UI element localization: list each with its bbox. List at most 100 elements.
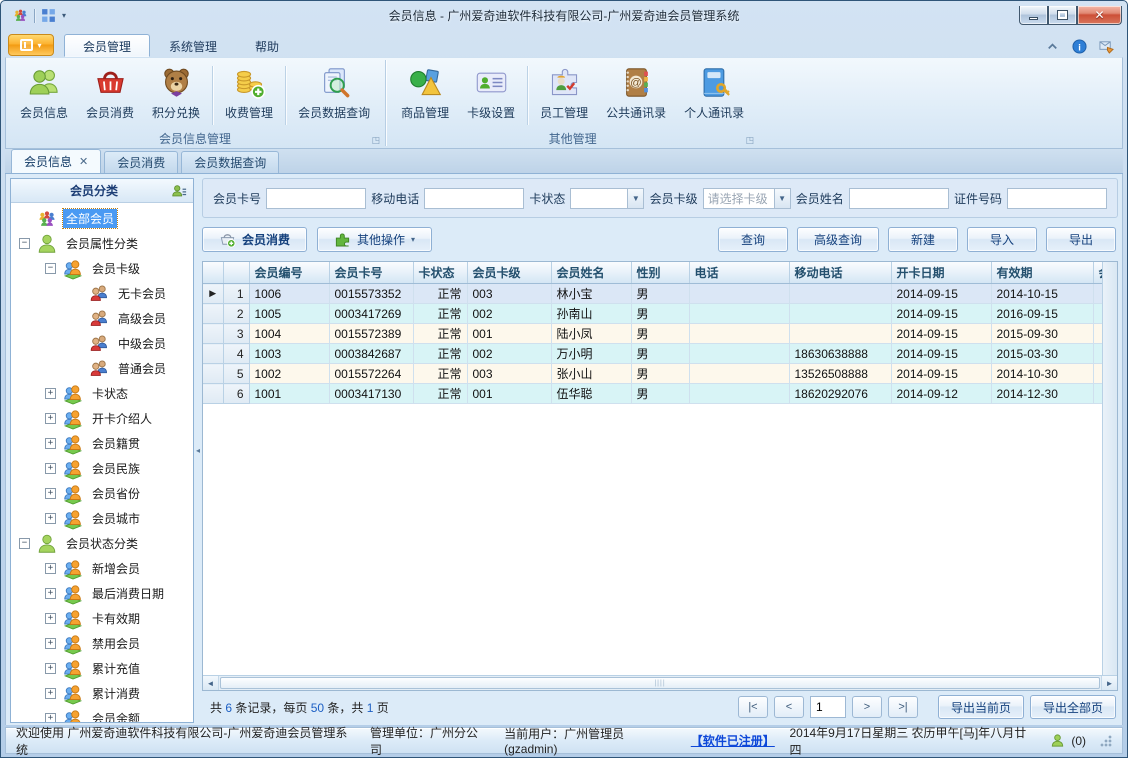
card-level-select[interactable]: 请选择卡级 ▼ [702, 187, 791, 209]
column-header[interactable]: 移动电话 [789, 262, 892, 284]
cell[interactable]: 0015572389 [329, 323, 414, 344]
cell[interactable]: 正常 [413, 323, 468, 344]
tree-expander-icon[interactable]: + [45, 663, 56, 674]
dropdown-arrow-icon[interactable]: ▼ [773, 188, 790, 208]
tree-item[interactable]: − 会员属性分类 [11, 231, 193, 256]
member-card-no-input[interactable] [266, 187, 367, 209]
maximize-button[interactable] [1048, 6, 1077, 25]
resize-grip[interactable] [1100, 734, 1112, 747]
document-tab[interactable]: 会员信息 ✕ [11, 149, 102, 173]
cell[interactable]: 001 [467, 323, 552, 344]
cell[interactable] [689, 283, 790, 304]
tree-item[interactable]: + 开卡介绍人 [11, 406, 193, 431]
document-tab[interactable]: 会员消费 [104, 151, 179, 173]
cell[interactable]: 正常 [413, 283, 468, 304]
cell[interactable] [689, 323, 790, 344]
cell[interactable]: 2014-12-30 [991, 383, 1094, 404]
ribbon-button[interactable]: 员工管理 [531, 62, 597, 129]
cell[interactable]: 2014-10-30 [991, 363, 1094, 384]
cell[interactable]: 男 [631, 363, 690, 384]
tree-item[interactable]: + 卡状态 [11, 381, 193, 406]
tree-expander-icon[interactable]: + [45, 513, 56, 524]
export-all-pages-button[interactable]: 导出全部页 [1029, 695, 1116, 719]
page-number-input[interactable] [809, 696, 846, 718]
table-row[interactable]: 6 1001 0003417130 正常 001 伍华聪男 18620292076 2014-… [203, 383, 1102, 404]
export-current-page-button[interactable]: 导出当前页 [937, 695, 1024, 719]
mobile-phone-input[interactable] [424, 187, 525, 209]
cell[interactable]: 正常 [413, 343, 468, 364]
cell[interactable]: 18630638888 [789, 343, 892, 364]
cell[interactable]: 0003417269 [329, 303, 414, 324]
cell[interactable] [689, 363, 790, 384]
column-header[interactable]: 会员卡级 [467, 262, 552, 284]
tree-expander-icon[interactable]: − [45, 263, 56, 274]
cell[interactable]: 2014-09-15 [891, 343, 992, 364]
cell[interactable]: 0015572264 [329, 363, 414, 384]
cell[interactable] [1093, 363, 1102, 384]
vertical-scrollbar[interactable] [1102, 262, 1117, 675]
tree-expander-icon[interactable]: + [45, 713, 56, 722]
tree-item[interactable]: + 会员余额 [11, 706, 193, 722]
minimize-button[interactable] [1019, 6, 1048, 25]
query-button[interactable]: 查询 [717, 226, 788, 252]
tree-expander-icon[interactable]: + [45, 488, 56, 499]
column-header[interactable]: 会员姓名 [551, 262, 632, 284]
member-name-input[interactable] [848, 187, 949, 209]
table-row[interactable]: 2 1005 0003417269 正常 002 孙南山男 2014-09-15 2016-0… [203, 303, 1102, 324]
tree-expander-icon[interactable]: + [45, 638, 56, 649]
cell[interactable]: 林小宝 [551, 283, 632, 304]
tree-expander-icon[interactable]: + [45, 563, 56, 574]
column-header[interactable]: 卡状态 [413, 262, 468, 284]
cell[interactable]: 2015-03-30 [991, 343, 1094, 364]
id-number-input[interactable] [1006, 187, 1107, 209]
import-button[interactable]: 导入 [967, 226, 1037, 252]
ribbon-button[interactable]: 会员数据查询 [289, 62, 379, 129]
cell[interactable]: 1003 [249, 343, 330, 364]
tree-item[interactable]: + 会员籍贯 [11, 431, 193, 456]
table-row[interactable]: 3 1004 0015572389 正常 001 陆小凤男 2014-09-15 2015-0… [203, 323, 1102, 344]
cell[interactable] [789, 303, 892, 324]
ribbon-button[interactable]: 商品管理 [392, 62, 458, 129]
cell[interactable]: 2014-09-15 [891, 323, 992, 344]
column-header[interactable]: 会员卡号 [329, 262, 414, 284]
column-header[interactable]: 开卡日期 [891, 262, 992, 284]
column-header[interactable]: 有效期 [991, 262, 1094, 284]
cell[interactable]: 2015-09-30 [991, 323, 1094, 344]
tree-item[interactable]: 全部会员 [11, 206, 193, 231]
ribbon-tab[interactable]: 系统管理 [150, 34, 236, 57]
export-button[interactable]: 导出 [1046, 226, 1116, 252]
ribbon-button[interactable]: 会员消费 [77, 62, 143, 129]
tree-expander-icon[interactable]: − [19, 538, 30, 549]
tree-item[interactable]: 中级会员 [11, 331, 193, 356]
cell[interactable] [789, 283, 892, 304]
cell[interactable]: 0003417130 [329, 383, 414, 404]
column-header[interactable]: 会员 [1093, 262, 1102, 284]
last-page-button[interactable]: >| [887, 696, 918, 718]
cell[interactable]: 13526508888 [789, 363, 892, 384]
next-page-button[interactable]: > [851, 696, 882, 718]
column-header[interactable]: 性别 [631, 262, 690, 284]
column-header[interactable]: 电话 [689, 262, 790, 284]
table-row[interactable]: 4 1003 0003842687 正常 002 万小明男 18630638888 2014-… [203, 343, 1102, 364]
dialog-launcher-icon[interactable]: ◳ [746, 136, 755, 145]
tree-expander-icon[interactable]: + [45, 613, 56, 624]
cell[interactable]: 2014-09-15 [891, 303, 992, 324]
cell[interactable]: 正常 [413, 303, 468, 324]
ribbon-button[interactable]: 积分兑换 [143, 62, 209, 129]
cell[interactable]: 正常 [413, 363, 468, 384]
ribbon-button[interactable]: 会员信息 [11, 62, 77, 129]
cell[interactable]: 陆小凤 [551, 323, 632, 344]
tree-item[interactable]: + 会员民族 [11, 456, 193, 481]
new-button[interactable]: 新建 [888, 226, 958, 252]
advanced-query-button[interactable]: 高级查询 [796, 226, 879, 252]
ribbon-tab[interactable]: 帮助 [236, 34, 298, 57]
cell[interactable]: 万小明 [551, 343, 632, 364]
cell[interactable]: 1002 [249, 363, 330, 384]
first-page-button[interactable]: |< [737, 696, 768, 718]
cell[interactable]: 1001 [249, 383, 330, 404]
tree-item[interactable]: − 会员状态分类 [11, 531, 193, 556]
tree-item[interactable]: 无卡会员 [11, 281, 193, 306]
tree-item[interactable]: + 最后消费日期 [11, 581, 193, 606]
other-operations-button[interactable]: 其他操作 ▾ [317, 226, 433, 252]
cell[interactable]: 1004 [249, 323, 330, 344]
